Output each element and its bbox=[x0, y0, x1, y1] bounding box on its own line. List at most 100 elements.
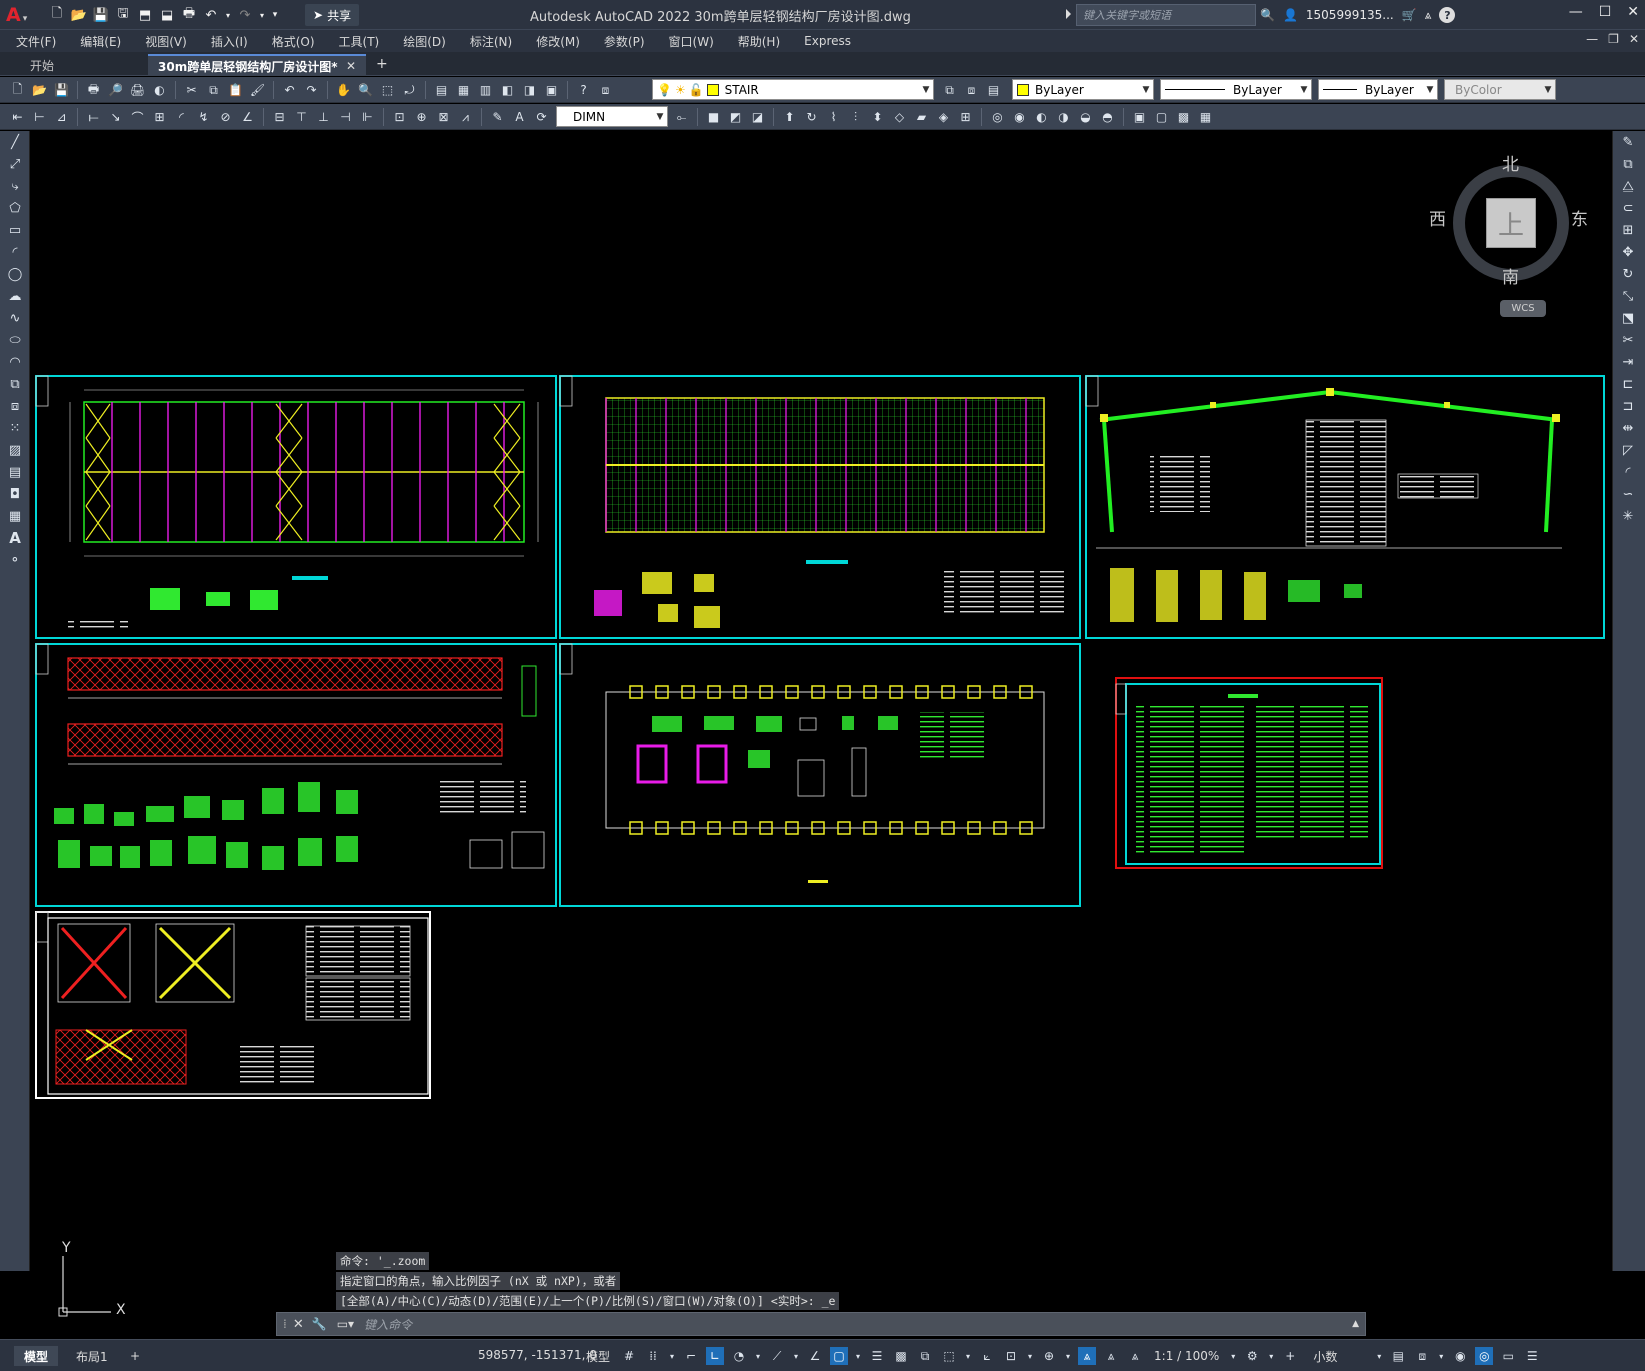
menu-window[interactable]: 窗口(W) bbox=[669, 33, 714, 50]
calculator-icon[interactable]: ▣ bbox=[542, 81, 561, 100]
annotation-visibility-icon[interactable]: ⩓ bbox=[1078, 1347, 1097, 1365]
dim-jogged-icon[interactable]: ↯ bbox=[194, 108, 213, 127]
tab-drawing[interactable]: 30m跨单层轻钢结构厂房设计图* ✕ bbox=[148, 54, 366, 76]
annotation-scale-value[interactable]: 1:1 / 100% bbox=[1154, 1349, 1219, 1363]
dim-angular-icon[interactable]: ∠ bbox=[238, 108, 257, 127]
section-icon[interactable]: ⊞ bbox=[956, 108, 975, 127]
join-icon[interactable]: ⇹ bbox=[1613, 417, 1643, 439]
tool-palettes-icon[interactable]: ▥ bbox=[476, 81, 495, 100]
layer-previous-icon[interactable]: ⧈ bbox=[962, 81, 981, 100]
interfere-icon[interactable]: ◈ bbox=[934, 108, 953, 127]
xedges-icon[interactable]: ▩ bbox=[1174, 108, 1193, 127]
redo-icon[interactable]: ↷ bbox=[302, 81, 321, 100]
imprint-icon[interactable]: ◉ bbox=[1010, 108, 1029, 127]
menu-draw[interactable]: 绘图(D) bbox=[403, 33, 446, 50]
dimstyle-combo[interactable]: DIMN ▼ bbox=[556, 106, 668, 127]
menu-help[interactable]: 帮助(H) bbox=[738, 33, 780, 50]
compass-west[interactable]: 西 bbox=[1429, 205, 1446, 230]
lineweight-toggle-icon[interactable]: ☰ bbox=[868, 1347, 886, 1365]
erase-icon[interactable]: ✎ bbox=[1613, 131, 1643, 153]
copy-object-icon[interactable]: ⧉ bbox=[1613, 153, 1643, 175]
menu-express[interactable]: Express bbox=[804, 34, 851, 48]
dim-edit-icon[interactable]: ✎ bbox=[488, 108, 507, 127]
doc-restore-icon[interactable]: ❐ bbox=[1608, 32, 1619, 46]
dynamic-ucs-icon[interactable]: ⟀ bbox=[978, 1347, 996, 1365]
hardware-acceleration-icon[interactable]: ◎ bbox=[1475, 1347, 1494, 1365]
annotation-scale-icon[interactable]: ⩓ bbox=[1126, 1347, 1144, 1365]
zoom-realtime-icon[interactable]: 🔍 bbox=[356, 81, 375, 100]
layer-states-icon[interactable]: ▤ bbox=[984, 81, 1003, 100]
command-history-toggle-icon[interactable]: ▲ bbox=[1352, 1319, 1359, 1329]
quick-dim-icon[interactable]: ⇤ bbox=[8, 108, 27, 127]
viewcube[interactable]: 上 北 南 东 西 bbox=[1425, 145, 1588, 305]
dim-update-icon[interactable]: ⟳ bbox=[532, 108, 551, 127]
spline-icon[interactable]: ∿ bbox=[0, 307, 30, 329]
quick-properties-icon[interactable]: ▤ bbox=[1389, 1347, 1407, 1365]
add-selected-icon[interactable]: ⚬ bbox=[0, 549, 30, 571]
auto-scale-icon[interactable]: ⩓ bbox=[1102, 1347, 1120, 1365]
trim-icon[interactable]: ✂ bbox=[1613, 329, 1643, 351]
dim-ordinate-icon[interactable]: ⊞ bbox=[150, 108, 169, 127]
linear-dim-icon[interactable]: ⊢ bbox=[30, 108, 49, 127]
solid-union-icon[interactable]: ◩ bbox=[726, 108, 745, 127]
menu-dimension[interactable]: 标注(N) bbox=[470, 33, 512, 50]
gizmo-icon[interactable]: ⊕ bbox=[1040, 1347, 1058, 1365]
gizmo-dropdown-icon[interactable]: ▾ bbox=[1064, 1347, 1072, 1365]
layer-combo[interactable]: 💡 ☀ 🔓 STAIR ▼ bbox=[652, 79, 934, 100]
dim-text-edit-icon[interactable]: A bbox=[510, 108, 529, 127]
stretch-icon[interactable]: ⬔ bbox=[1613, 307, 1643, 329]
isodraft-dropdown-icon[interactable]: ▾ bbox=[792, 1347, 800, 1365]
dim-continue-icon[interactable]: ⊥ bbox=[314, 108, 333, 127]
line-icon[interactable]: ╱ bbox=[0, 131, 30, 153]
close-icon[interactable]: ✕ bbox=[1627, 4, 1639, 20]
open-folder-icon[interactable]: 📂 bbox=[70, 6, 88, 24]
properties-icon[interactable]: ▤ bbox=[432, 81, 451, 100]
transparency-icon[interactable]: ▩ bbox=[892, 1347, 910, 1365]
zoom-previous-icon[interactable]: ⤾ bbox=[400, 81, 419, 100]
menu-format[interactable]: 格式(O) bbox=[272, 33, 315, 50]
ortho-icon[interactable]: ∟ bbox=[706, 1347, 725, 1365]
menu-view[interactable]: 视图(V) bbox=[145, 33, 187, 50]
inspection-icon[interactable]: ⊠ bbox=[434, 108, 453, 127]
help-button[interactable]: ? bbox=[1439, 7, 1456, 23]
point-icon[interactable]: ⁙ bbox=[0, 417, 30, 439]
scale-dropdown-icon[interactable]: ▾ bbox=[1229, 1347, 1237, 1365]
3d-print-icon[interactable]: ◐ bbox=[150, 81, 169, 100]
color-combo[interactable]: ByLayer ▼ bbox=[1012, 79, 1154, 100]
coordinate-readout[interactable]: 598577, -151371, 0 bbox=[478, 1348, 597, 1362]
arc-icon[interactable]: ◜ bbox=[0, 241, 30, 263]
search-input[interactable]: 键入关键字或短语 bbox=[1076, 4, 1256, 26]
explode-icon[interactable]: ✳ bbox=[1613, 505, 1643, 527]
units-value[interactable]: 小数 bbox=[1313, 1348, 1369, 1365]
selection-filter-icon[interactable]: ⊡ bbox=[1002, 1347, 1020, 1365]
extend-icon[interactable]: ⇥ bbox=[1613, 351, 1643, 373]
command-customize-icon[interactable]: 🔧 bbox=[312, 1317, 327, 1331]
extrude-icon[interactable]: ⬆ bbox=[780, 108, 799, 127]
break-icon[interactable]: ⊐ bbox=[1613, 395, 1643, 417]
tab-start[interactable]: 开始 bbox=[20, 54, 140, 76]
grid-icon[interactable]: # bbox=[620, 1347, 638, 1365]
minimize-icon[interactable]: — bbox=[1569, 4, 1583, 20]
menu-file[interactable]: 文件(F) bbox=[16, 33, 56, 50]
selection-cycling-icon[interactable]: ⧉ bbox=[916, 1347, 934, 1365]
revolve-icon[interactable]: ↻ bbox=[802, 108, 821, 127]
save-as-icon[interactable]: 🖫 bbox=[114, 6, 132, 24]
revision-cloud-icon[interactable]: ☁ bbox=[0, 285, 30, 307]
jogged-linear-icon[interactable]: ⩘ bbox=[456, 108, 475, 127]
polar-dropdown-icon[interactable]: ▾ bbox=[754, 1347, 762, 1365]
gradient-icon[interactable]: ▤ bbox=[0, 461, 30, 483]
command-grip-icon[interactable]: ⁞ bbox=[283, 1317, 287, 1331]
lineweight-combo[interactable]: ByLayer ▼ bbox=[1318, 79, 1438, 100]
paste-icon[interactable]: 📋 bbox=[226, 81, 245, 100]
undo-icon[interactable]: ↶ bbox=[280, 81, 299, 100]
dim-space-icon[interactable]: ⊣ bbox=[336, 108, 355, 127]
save-icon[interactable]: 💾 bbox=[92, 6, 110, 24]
units-dropdown-icon[interactable]: ▾ bbox=[1375, 1347, 1383, 1365]
break-at-point-icon[interactable]: ⊏ bbox=[1613, 373, 1643, 395]
aligned-dim-icon[interactable]: ⊿ bbox=[52, 108, 71, 127]
snap-dropdown-icon[interactable]: ▾ bbox=[668, 1347, 676, 1365]
isodraft-icon[interactable]: ⟋ bbox=[768, 1347, 786, 1365]
copy-icon[interactable]: ⧉ bbox=[204, 81, 223, 100]
linetype-combo[interactable]: ByLayer ▼ bbox=[1160, 79, 1312, 100]
fillet-icon[interactable]: ◜ bbox=[1613, 461, 1643, 483]
